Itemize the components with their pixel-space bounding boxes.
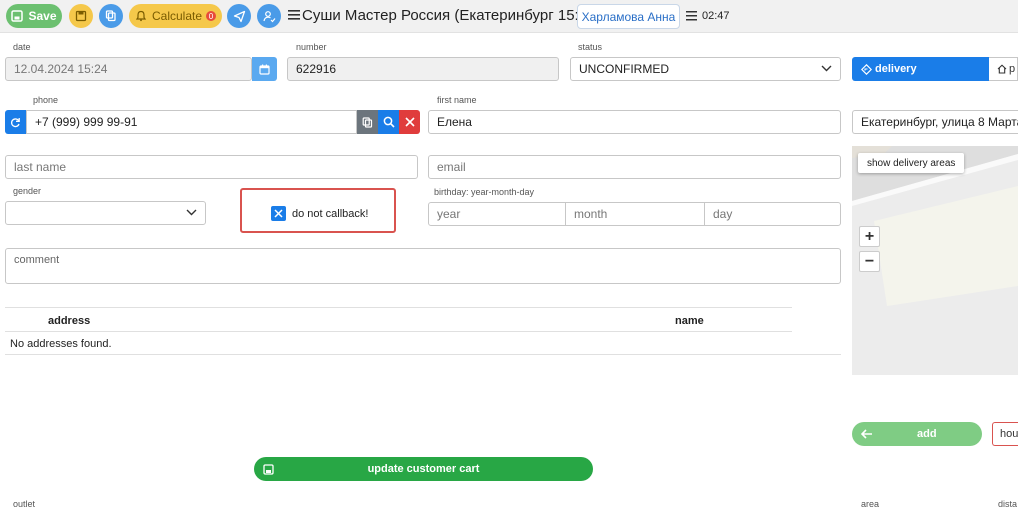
user-assign-button[interactable] xyxy=(257,4,281,28)
comment-placeholder: comment xyxy=(14,254,60,266)
birthday-year-field[interactable]: year xyxy=(428,202,566,226)
gender-label: gender xyxy=(13,186,42,196)
tab-delivery[interactable]: delivery xyxy=(852,57,989,81)
number-field: 622916 xyxy=(287,57,559,81)
table-bottom-divider xyxy=(5,354,841,355)
clock-time: 02:47 xyxy=(702,10,730,22)
address-column-header: address xyxy=(48,315,91,327)
home-icon xyxy=(997,64,1007,74)
do-not-callback-label: do not callback! xyxy=(292,207,369,220)
show-delivery-areas-button[interactable]: show delivery areas xyxy=(858,153,965,173)
save-icon xyxy=(11,10,24,22)
delivery-address-field[interactable]: Екатеринбург, улица 8 Марта xyxy=(852,110,1018,134)
copy-icon xyxy=(362,116,373,128)
send-icon xyxy=(233,10,245,22)
status-value: UNCONFIRMED xyxy=(579,62,669,76)
status-label: status xyxy=(578,42,603,52)
send-button[interactable] xyxy=(227,4,251,28)
chevron-down-icon xyxy=(186,209,197,216)
delivery-map[interactable]: show delivery areas + − xyxy=(852,146,1018,375)
menu-icon[interactable] xyxy=(686,10,697,24)
tab-pickup[interactable]: p xyxy=(989,57,1018,81)
chevron-down-icon xyxy=(821,65,832,72)
app-title: Суши Мастер Россия (Екатеринбург 15:27) xyxy=(302,7,601,24)
user-check-icon xyxy=(262,10,275,22)
save-button[interactable]: Save xyxy=(6,4,62,28)
phone-field[interactable]: +7 (999) 999 99-91 xyxy=(26,110,357,134)
number-label: number xyxy=(296,42,327,52)
outlet-label: outlet xyxy=(13,499,36,509)
copy-icon xyxy=(105,10,116,22)
close-icon xyxy=(404,117,415,127)
calendar-button[interactable] xyxy=(252,57,277,81)
copy-phone-button[interactable] xyxy=(357,110,378,134)
diamond-nav-icon xyxy=(861,63,872,75)
bell-icon xyxy=(135,10,147,22)
date-field[interactable]: 12.04.2024 15:24 xyxy=(5,57,252,81)
refresh-button[interactable] xyxy=(5,110,26,134)
name-column-header: name xyxy=(675,315,704,327)
calendar-icon xyxy=(259,64,270,75)
search-phone-button[interactable] xyxy=(378,110,399,134)
last-name-field[interactable]: last name xyxy=(5,155,418,179)
table-header-divider xyxy=(5,331,792,332)
status-select[interactable]: UNCONFIRMED xyxy=(570,57,841,81)
update-customer-cart-button[interactable]: update customer cart xyxy=(254,457,593,481)
floppy-icon xyxy=(75,10,87,22)
first-name-field[interactable]: Елена xyxy=(428,110,841,134)
calculate-button[interactable]: Calculate 0 xyxy=(129,4,222,28)
arrow-left-icon xyxy=(861,429,872,439)
email-field[interactable]: email xyxy=(428,155,841,179)
copy-button[interactable] xyxy=(99,4,123,28)
hamburger-menu-icon[interactable] xyxy=(288,9,300,23)
add-address-button[interactable]: add xyxy=(852,422,982,446)
birthday-label: birthday: year-month-day xyxy=(434,187,535,197)
user-name-button[interactable]: Харламова Анна xyxy=(577,4,680,29)
calculate-count-badge: 0 xyxy=(206,11,217,21)
zoom-in-button[interactable]: + xyxy=(859,226,880,247)
phone-label: phone xyxy=(33,95,59,105)
clear-phone-button[interactable] xyxy=(399,110,420,134)
top-toolbar: Save Calculate 0 Суши Мастер Россия (Ека… xyxy=(0,0,1018,33)
search-icon xyxy=(383,116,395,128)
do-not-callback-checkbox[interactable]: do not callback! xyxy=(271,206,368,221)
distance-label: dista xyxy=(998,499,1018,509)
birthday-month-field[interactable]: month xyxy=(566,202,705,226)
empty-table-message: No addresses found. xyxy=(10,338,112,350)
birthday-day-field[interactable]: day xyxy=(704,202,841,226)
gender-select[interactable] xyxy=(5,201,206,225)
refresh-icon xyxy=(11,117,20,127)
first-name-label: first name xyxy=(437,95,477,105)
date-label: date xyxy=(13,42,31,52)
checkbox-x-icon xyxy=(271,206,286,221)
zoom-out-button[interactable]: − xyxy=(859,251,880,272)
area-label: area xyxy=(861,499,880,509)
table-top-divider xyxy=(5,307,792,308)
house-field[interactable]: hou xyxy=(992,422,1018,446)
floppy-button[interactable] xyxy=(69,4,93,28)
comment-field[interactable]: comment xyxy=(5,248,841,284)
